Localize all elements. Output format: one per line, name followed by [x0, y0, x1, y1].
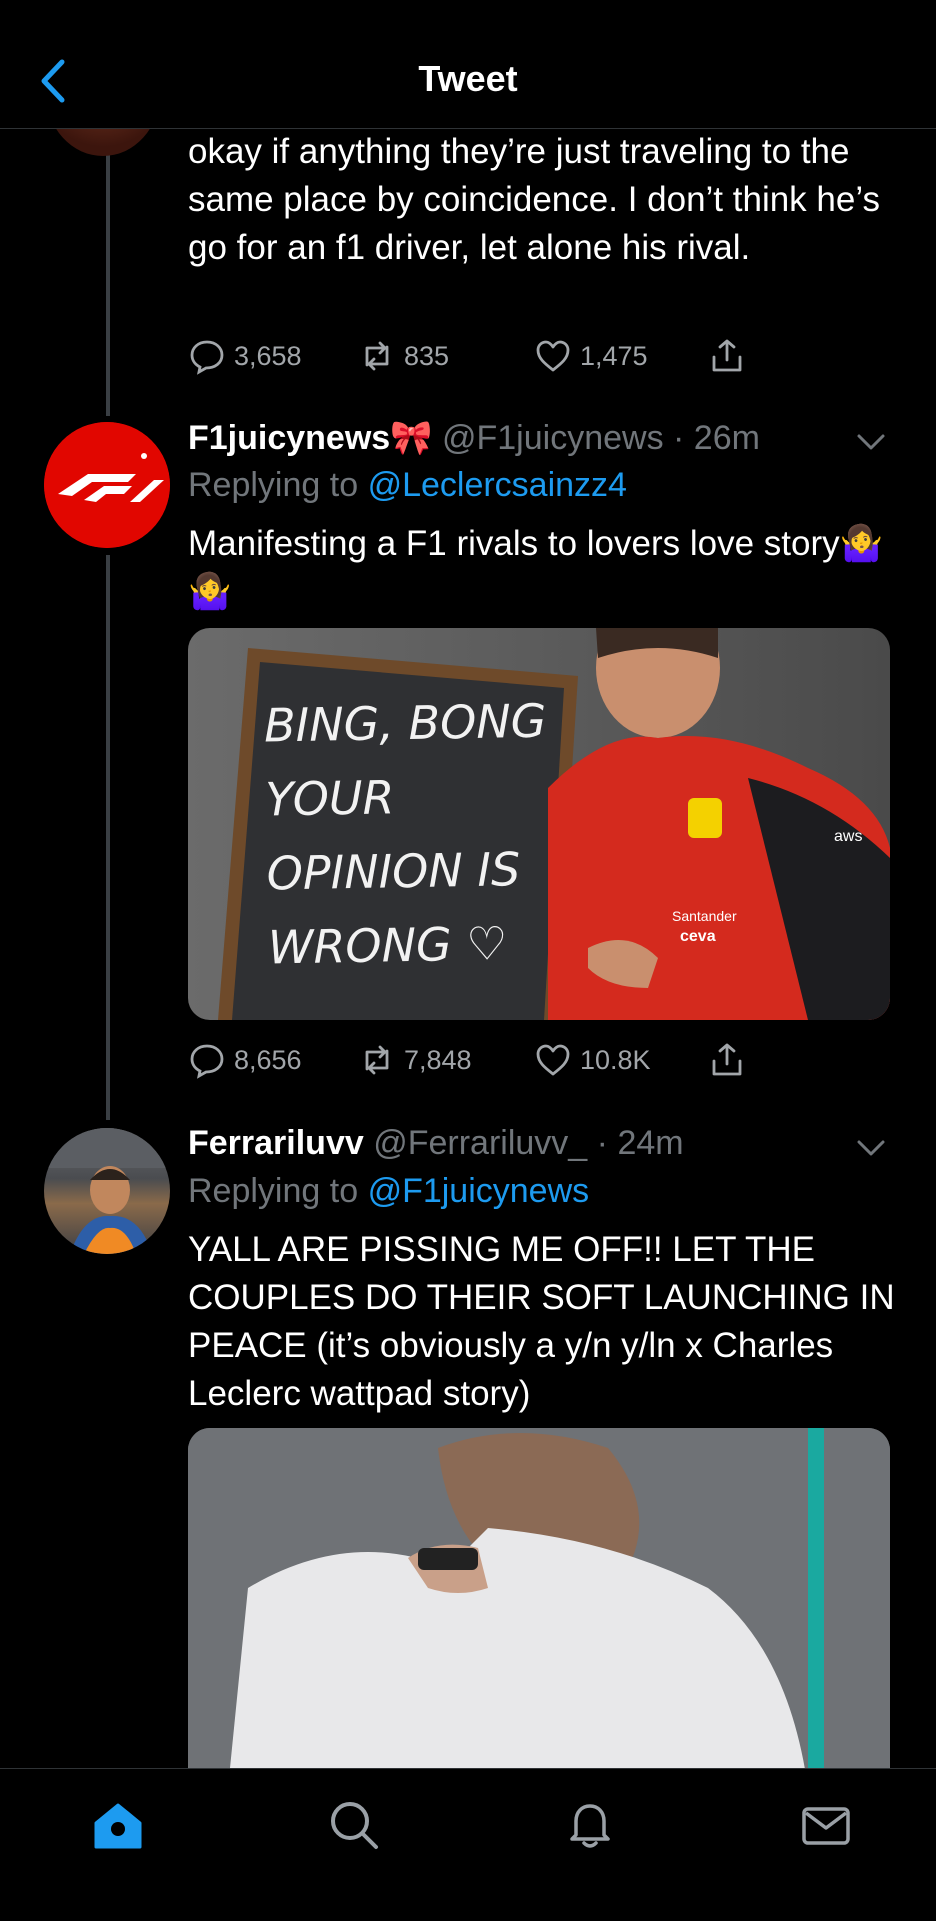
- avatar[interactable]: [44, 1128, 170, 1254]
- suit-sponsor: Santander: [672, 908, 737, 924]
- thread-line-middle: [106, 555, 110, 1120]
- share-icon: [712, 1043, 742, 1076]
- replying-label: Replying to: [188, 466, 359, 504]
- reply-button[interactable]: 8,656: [188, 1038, 302, 1082]
- chalk-line: OPINION IS: [266, 842, 521, 901]
- mention-link[interactable]: @Leclercsainzz4: [368, 466, 627, 504]
- avatar[interactable]: [44, 422, 170, 548]
- tweet-time: · 26m: [673, 419, 760, 457]
- bell-icon[interactable]: [562, 1797, 618, 1853]
- reply-icon: [190, 340, 224, 375]
- reply-icon: [190, 1044, 224, 1079]
- share-button[interactable]: [708, 334, 754, 378]
- suit-sponsor: ceva: [680, 928, 716, 945]
- f1-logo-icon: [44, 422, 170, 548]
- tweet-text: YALL ARE PISSING ME OFF!! LET THE COUPLE…: [188, 1230, 895, 1413]
- tweet-text: Manifesting a F1 rivals to lovers love s…: [188, 524, 884, 611]
- thread-line-top: [106, 128, 110, 416]
- bottom-tab-bar: [0, 1768, 936, 1921]
- chalk-text: BING, BONG YOUR OPINION IS WRONG ♡: [263, 683, 558, 984]
- suit-sponsor: aws: [834, 828, 863, 845]
- share-icon: [712, 339, 742, 372]
- reply-count: 3,658: [234, 340, 302, 371]
- tweet-time: · 24m: [596, 1124, 684, 1162]
- like-count: 1,475: [580, 340, 648, 371]
- avatar-photo: [44, 1128, 170, 1254]
- retweet-count: 7,848: [404, 1044, 472, 1075]
- retweet-button[interactable]: 835: [358, 334, 449, 378]
- replying-to: Replying to @F1juicynews: [188, 1172, 589, 1211]
- chalk-line: YOUR: [264, 770, 395, 827]
- retweet-button[interactable]: 7,848: [358, 1038, 472, 1082]
- tweet-text: okay if anything they’re just traveling …: [188, 132, 880, 267]
- chalk-line: WRONG ♡: [267, 916, 508, 975]
- chevron-down-icon[interactable]: [856, 432, 886, 452]
- like-count: 10.8K: [580, 1044, 651, 1075]
- mail-icon[interactable]: [798, 1797, 854, 1853]
- image-content: [188, 1428, 890, 1788]
- user-handle[interactable]: @F1juicynews: [442, 419, 664, 457]
- display-name[interactable]: Ferrariluvv: [188, 1124, 364, 1162]
- retweet-count: 835: [404, 340, 450, 371]
- chevron-down-icon[interactable]: [856, 1138, 886, 1158]
- tweet-header: F1juicynews🎀 @F1juicynews · 26m: [188, 418, 760, 458]
- reply-button[interactable]: 3,658: [188, 334, 302, 378]
- chalk-line: BING, BONG: [263, 693, 547, 753]
- reply-count: 8,656: [234, 1044, 302, 1075]
- top-bar: Tweet: [0, 0, 936, 129]
- heart-icon: [536, 1044, 570, 1076]
- user-handle[interactable]: @Ferrariluvv_: [373, 1124, 587, 1162]
- tweet-image[interactable]: [188, 1428, 890, 1788]
- mention-link[interactable]: @F1juicynews: [368, 1172, 590, 1210]
- like-button[interactable]: 1,475: [534, 334, 648, 378]
- share-button[interactable]: [708, 1038, 754, 1082]
- tweet-header: Ferrariluvv @Ferrariluvv_ · 24m: [188, 1124, 684, 1163]
- tweet-actions: 3,658 835 1,475: [188, 334, 758, 378]
- retweet-icon: [365, 341, 389, 371]
- tweet-actions: 8,656 7,848 10.8K: [188, 1038, 758, 1082]
- retweet-icon: [365, 1045, 389, 1075]
- page-title: Tweet: [418, 58, 518, 99]
- like-button[interactable]: 10.8K: [534, 1038, 651, 1082]
- display-name[interactable]: F1juicynews🎀: [188, 419, 433, 457]
- heart-icon: [536, 340, 570, 372]
- replying-to: Replying to @Leclercsainzz4: [188, 466, 627, 505]
- tweet-image[interactable]: BING, BONG YOUR OPINION IS WRONG ♡ Santa…: [188, 628, 890, 1020]
- home-icon[interactable]: [90, 1797, 146, 1853]
- replying-label: Replying to: [188, 1172, 359, 1210]
- search-icon[interactable]: [326, 1797, 382, 1853]
